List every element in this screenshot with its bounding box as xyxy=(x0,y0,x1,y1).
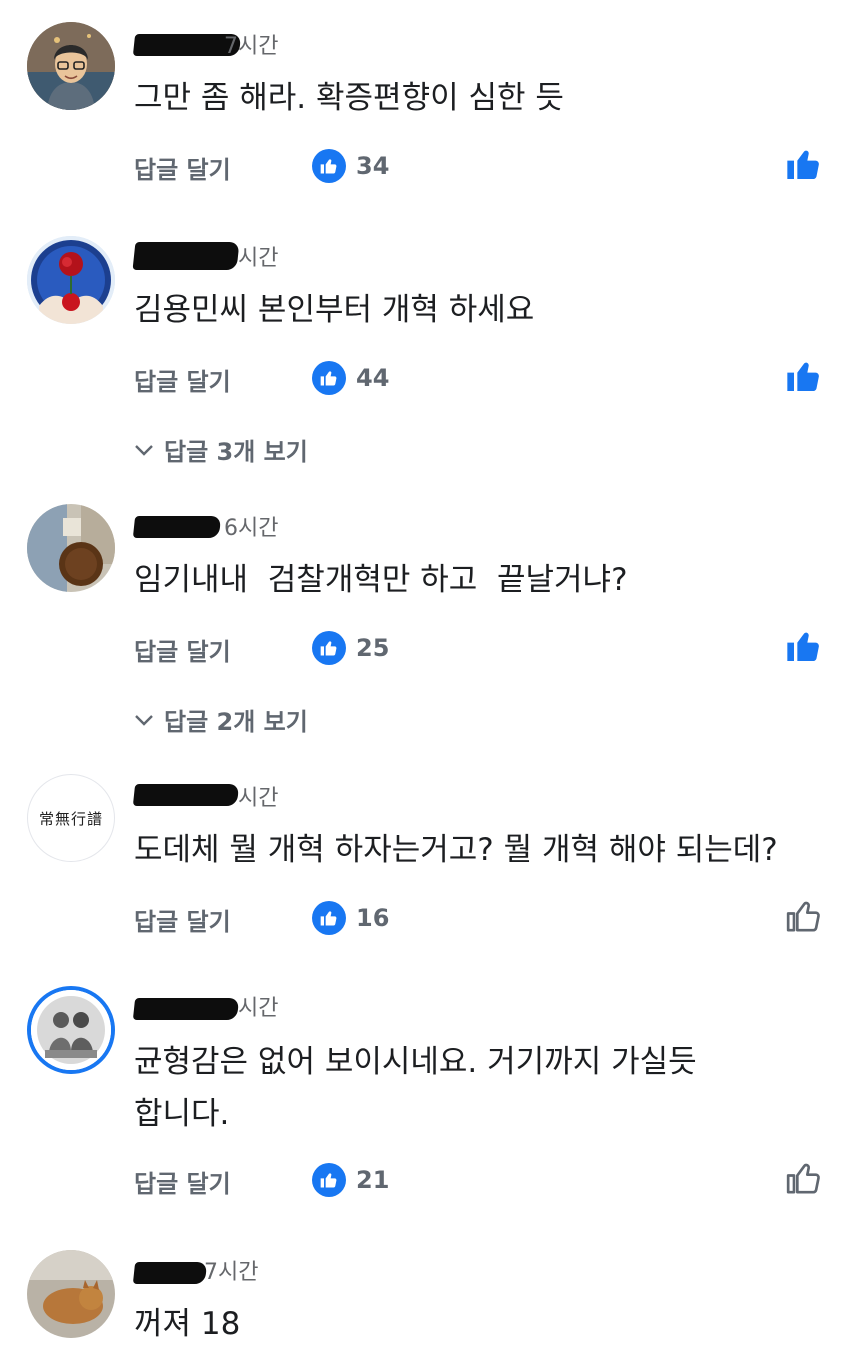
illustrated-man-avatar[interactable] xyxy=(27,22,115,110)
view-replies-button[interactable]: 답글 2개 보기 xyxy=(134,702,308,737)
reply-button[interactable]: 답글 달기 xyxy=(134,902,231,937)
redacted-author-name xyxy=(132,784,240,806)
redacted-author-name xyxy=(132,516,222,538)
rose-hands-avatar[interactable] xyxy=(27,236,115,324)
like-badge-icon xyxy=(312,361,346,395)
children-photo-avatar[interactable] xyxy=(27,986,115,1074)
like-count: 34 xyxy=(356,152,390,180)
photo-avatar[interactable] xyxy=(27,504,115,592)
comment-text: 김용민씨 본인부터 개혁 하세요 xyxy=(134,284,534,336)
comment-actions: 답글 달기 21 xyxy=(134,1162,824,1198)
author-row: 시간 xyxy=(132,782,334,812)
like-summary[interactable]: 25 xyxy=(312,630,389,666)
chevron-down-icon xyxy=(135,714,153,726)
cat-photo-avatar[interactable] xyxy=(27,1250,115,1338)
like-badge-icon xyxy=(312,1163,346,1197)
comment-time: 7시간 xyxy=(204,1260,259,1285)
comment-text-line: 합니다. xyxy=(134,1096,230,1132)
comment-text: 그만 좀 해라. 확증편향이 심한 듯 xyxy=(134,72,564,124)
author-row: 7시간 xyxy=(132,30,334,60)
comment-time: 시간 xyxy=(238,996,279,1021)
comment-text-line: 임기내내 검찰개혁만 하고 끝날거냐? xyxy=(134,562,628,598)
like-summary[interactable]: 16 xyxy=(312,900,389,936)
like-summary[interactable]: 44 xyxy=(312,360,389,396)
author-row: 7시간 xyxy=(132,1256,334,1286)
comment-text-line: 김용민씨 본인부터 개혁 하세요 xyxy=(134,292,535,328)
redacted-author-name xyxy=(132,242,240,270)
author-row: 시간 xyxy=(132,992,334,1022)
comment-time: 시간 xyxy=(238,786,279,811)
reply-button[interactable]: 답글 달기 xyxy=(134,362,231,397)
comment-text-line: 그만 좀 해라. 확증편향이 심한 듯 xyxy=(134,80,564,116)
redacted-author-name xyxy=(132,998,240,1020)
comment-text: 도데체 뭘 개혁 하자는거고? 뭘 개혁 해야 되는데? xyxy=(134,824,778,876)
comment-actions: 답글 달기 44 xyxy=(134,360,824,396)
like-button-outline-icon[interactable] xyxy=(784,1158,824,1198)
like-count: 25 xyxy=(356,634,390,662)
view-replies-label: 답글 3개 보기 xyxy=(164,438,308,466)
like-count: 44 xyxy=(356,364,390,392)
comment-time: 7시간 xyxy=(224,34,279,59)
comment-text: 균형감은 없어 보이시네요. 거기까지 가실듯 합니다. xyxy=(134,1036,697,1140)
comment-actions: 답글 달기 34 xyxy=(134,148,824,184)
author-row: 6시간 xyxy=(132,512,334,542)
chevron-down-icon xyxy=(135,444,153,456)
redacted-author-name xyxy=(132,1262,208,1284)
calligraphy-text: 常無行譜 xyxy=(38,809,103,828)
comment-text: 꺼져 18 xyxy=(134,1298,240,1350)
like-button-outline-icon[interactable] xyxy=(784,896,824,936)
reply-button[interactable]: 답글 달기 xyxy=(134,1164,231,1199)
like-count: 21 xyxy=(356,1166,390,1194)
comment-time: 6시간 xyxy=(224,516,279,541)
reply-button[interactable]: 답글 달기 xyxy=(134,150,231,185)
calligraphy-avatar[interactable]: 常無行譜 xyxy=(27,774,115,862)
like-badge-icon xyxy=(312,901,346,935)
comment-text-line: 도데체 뭘 개혁 하자는거고? 뭘 개혁 해야 되는데? xyxy=(134,832,778,868)
comment-time: 시간 xyxy=(238,246,279,271)
like-badge-icon xyxy=(312,631,346,665)
like-summary[interactable]: 21 xyxy=(312,1162,389,1198)
like-badge-icon xyxy=(312,149,346,183)
like-button-filled-icon[interactable] xyxy=(784,356,824,396)
like-button-filled-icon[interactable] xyxy=(784,626,824,666)
comment-actions: 답글 달기 25 xyxy=(134,630,824,666)
comment-text-line: 꺼져 18 xyxy=(134,1306,241,1342)
like-count: 16 xyxy=(356,904,390,932)
reply-button[interactable]: 답글 달기 xyxy=(134,632,231,667)
view-replies-label: 답글 2개 보기 xyxy=(164,708,308,736)
like-button-filled-icon[interactable] xyxy=(784,144,824,184)
comment-text-line: 균형감은 없어 보이시네요. 거기까지 가실듯 xyxy=(134,1044,697,1080)
comment-text: 임기내내 검찰개혁만 하고 끝날거냐? xyxy=(134,554,628,606)
comment-actions: 답글 달기 16 xyxy=(134,900,824,936)
author-row: 시간 xyxy=(132,242,334,272)
like-summary[interactable]: 34 xyxy=(312,148,389,184)
view-replies-button[interactable]: 답글 3개 보기 xyxy=(134,432,308,467)
